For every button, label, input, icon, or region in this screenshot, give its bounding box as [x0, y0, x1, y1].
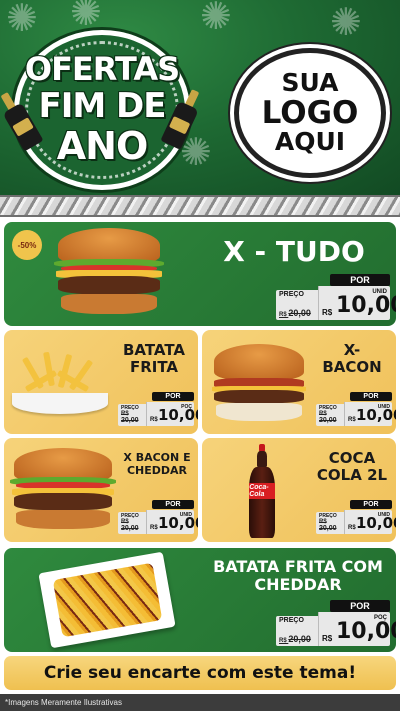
rope-divider — [0, 195, 400, 217]
price-tag: POR PREÇO R$ 20,00 R$ 10,00 POÇ — [276, 600, 396, 646]
preco-label: PREÇO — [279, 617, 304, 624]
firework-icon: ✺ — [330, 0, 362, 44]
unit-label: UNID — [377, 404, 390, 410]
product-card-batata-frita[interactable]: BATATAFRITA POR PREÇO R$ 20,00 R$ 10,00 … — [4, 330, 198, 434]
por-label: POR — [330, 600, 390, 612]
price-value: 10,00 — [356, 406, 396, 424]
product-card-coca-cola[interactable]: Coca-Cola COCA COLA 2L POR PREÇO R$ 20,00… — [202, 438, 396, 542]
firework-icon: ✺ — [6, 0, 38, 40]
price-tag: POR PREÇO R$ 20,00 R$ 10,00 UNID — [316, 392, 396, 426]
logo-text-line3: AQUI — [274, 127, 346, 157]
currency-label: R$ — [150, 525, 158, 531]
price-value: 10,00 — [336, 293, 396, 318]
bottle-label: Coca-Cola — [249, 483, 275, 499]
product-card-x-bacon[interactable]: X-BACON POR PREÇO R$ 20,00 R$ 10,00 UNID — [202, 330, 396, 434]
por-label: POR — [350, 392, 392, 401]
old-price: R$ 20,00 — [121, 411, 139, 424]
product-name: X - TUDO — [223, 235, 365, 268]
title-line2: FIM DE — [38, 86, 167, 126]
old-price: R$ 20,00 — [319, 411, 337, 424]
cta-banner[interactable]: Crie seu encarte com este tema! — [4, 656, 396, 690]
product-card-x-tudo[interactable]: -50% X - TUDO POR PREÇO R$ 20,00 R$ 10,0… — [4, 222, 396, 326]
header-banner: ✺ ✺ ✺ ✺ ✺ OFERTAS FIM DE ANO SUA LOGO AQ… — [0, 0, 400, 195]
price-value: 10,00 — [158, 514, 198, 532]
old-price: R$ 20,00 — [121, 519, 139, 532]
unit-label: UNID — [372, 289, 387, 295]
old-price: R$ 20,00 — [279, 308, 311, 318]
fries-image — [12, 351, 108, 414]
product-name: X BACON E CHEDDAR — [123, 451, 191, 477]
firework-icon: ✺ — [200, 0, 232, 38]
burger-image — [10, 448, 116, 534]
firework-icon: ✺ — [70, 0, 102, 34]
unit-label: POÇ — [373, 615, 387, 621]
burger-image — [54, 228, 164, 320]
price-tag: POR PREÇO R$ 20,00 R$ 10,00 POÇ — [118, 392, 198, 426]
cta-text: Crie seu encarte com este tema! — [43, 663, 357, 683]
unit-label: UNID — [377, 512, 390, 518]
footer-disclaimer: *Imagens Meramente Ilustrativas — [0, 694, 400, 711]
price-tag: POR PREÇO R$ 20,00 R$ 10,00 UNID — [276, 274, 396, 320]
price-value: 10,00 — [356, 514, 396, 532]
product-name: BATATA FRITA COM CHEDDAR — [213, 557, 383, 595]
logo-text-line2: LOGO — [261, 94, 359, 131]
title-line1: OFERTAS — [24, 50, 180, 88]
promo-badge: OFERTAS FIM DE ANO — [14, 30, 190, 190]
currency-label: R$ — [322, 634, 333, 643]
old-price: R$ 20,00 — [319, 519, 337, 532]
currency-label: R$ — [348, 525, 356, 531]
por-label: POR — [350, 500, 392, 509]
product-name: BATATA FRITA — [122, 341, 186, 377]
currency-label: R$ — [348, 417, 356, 423]
por-label: POR — [152, 392, 194, 401]
title-line3: ANO — [56, 124, 149, 168]
price-tag: POR PREÇO R$ 20,00 R$ 10,00 UNID — [118, 500, 198, 534]
price-value: 10,00 — [158, 406, 198, 424]
product-name: COCA COLA 2L — [316, 449, 388, 485]
unit-label: UNID — [179, 512, 192, 518]
currency-label: R$ — [322, 308, 333, 317]
currency-label: R$ — [150, 417, 158, 423]
price-value: 10,00 — [336, 619, 396, 644]
logo-text-line1: SUA — [281, 68, 339, 98]
logo-placeholder[interactable]: SUA LOGO AQUI — [234, 48, 386, 178]
old-price: R$ 20,00 — [279, 634, 311, 644]
burger-image — [210, 344, 308, 424]
preco-label: PREÇO — [279, 291, 304, 298]
product-name: X- BACON — [322, 341, 382, 377]
cheddar-fries-image — [38, 551, 176, 649]
por-label: POR — [330, 274, 390, 286]
por-label: POR — [152, 500, 194, 509]
discount-badge: -50% — [12, 230, 42, 260]
product-card-x-bacon-cheddar[interactable]: X BACON E CHEDDAR POR PREÇO R$ 20,00 R$ 1… — [4, 438, 198, 542]
soda-bottle-image: Coca-Cola — [246, 444, 278, 538]
unit-label: POÇ — [181, 404, 192, 410]
price-tag: POR PREÇO R$ 20,00 R$ 10,00 UNID — [316, 500, 396, 534]
product-card-batata-cheddar[interactable]: BATATA FRITA COM CHEDDAR POR PREÇO R$ 20,… — [4, 548, 396, 652]
